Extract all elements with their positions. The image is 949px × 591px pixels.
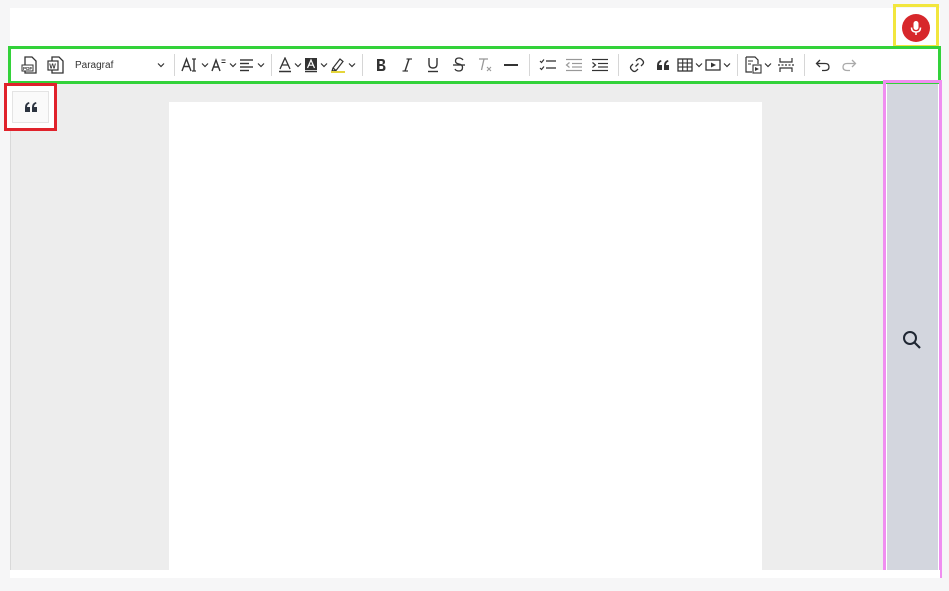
redo-icon: [842, 59, 857, 72]
outdent-icon: [565, 58, 582, 72]
todo-list-button[interactable]: [536, 52, 560, 78]
strikethrough-button[interactable]: [447, 52, 471, 78]
italic-button[interactable]: [395, 52, 419, 78]
italic-icon: [402, 58, 412, 72]
checklist-icon: [539, 59, 556, 71]
chevron-down-icon: [695, 63, 703, 68]
chevron-down-icon: [257, 63, 265, 68]
background-color-dropdown[interactable]: [304, 52, 328, 78]
insert-template-dropdown[interactable]: [744, 52, 772, 78]
search-icon: [903, 331, 921, 349]
text-style-icon: [211, 57, 226, 72]
align-left-icon: [240, 59, 253, 72]
chevron-down-icon: [294, 63, 302, 68]
document-page[interactable]: [169, 102, 762, 570]
word-icon: W: [47, 56, 64, 74]
underline-icon: [428, 58, 438, 73]
page-break-button[interactable]: [774, 52, 798, 78]
chevron-down-icon: [723, 63, 731, 68]
highlighter-icon: [331, 58, 345, 73]
quote-icon: [24, 102, 37, 112]
table-icon: [677, 58, 693, 72]
chevron-down-icon: [201, 63, 209, 68]
horizontal-line-button[interactable]: [499, 52, 523, 78]
indent-button[interactable]: [588, 52, 612, 78]
chevron-down-icon: [348, 63, 356, 68]
toolbar-divider: [737, 54, 738, 76]
search-button[interactable]: [898, 326, 926, 354]
citation-button[interactable]: [12, 91, 49, 123]
link-icon: [629, 57, 645, 73]
font-color-icon: [279, 57, 291, 73]
font-size-dropdown[interactable]: [181, 52, 209, 78]
indent-icon: [592, 58, 608, 72]
align-dropdown[interactable]: [239, 52, 265, 78]
chevron-down-icon: [764, 63, 772, 68]
toolbar-divider: [271, 54, 272, 76]
background-color-icon: [305, 58, 317, 73]
template-icon: [745, 56, 762, 74]
svg-text:PDF: PDF: [23, 66, 32, 71]
font-color-dropdown[interactable]: [278, 52, 302, 78]
svg-text:W: W: [49, 64, 56, 71]
export-word-button[interactable]: W: [44, 52, 68, 78]
bold-button[interactable]: [369, 52, 393, 78]
clear-format-icon: [479, 58, 492, 72]
insert-media-dropdown[interactable]: [705, 52, 731, 78]
media-icon: [705, 59, 721, 71]
toolbar-divider: [804, 54, 805, 76]
toolbar-divider: [618, 54, 619, 76]
editor-toolbar: PDF W Paragraf: [8, 46, 941, 84]
redo-button[interactable]: [837, 52, 861, 78]
voice-input-button[interactable]: [902, 14, 930, 42]
paragraph-style-value: Paragraf: [75, 59, 114, 71]
quote-icon: [657, 60, 669, 70]
undo-icon: [815, 59, 830, 72]
chevron-down-icon: [320, 63, 328, 68]
toolbar-divider: [174, 54, 175, 76]
paragraph-style-select[interactable]: Paragraf: [69, 52, 169, 78]
toolbar-divider: [362, 54, 363, 76]
undo-button[interactable]: [811, 52, 835, 78]
top-bar: [10, 8, 940, 48]
page-break-icon: [778, 58, 794, 72]
insert-table-dropdown[interactable]: [677, 52, 703, 78]
bold-icon: [377, 59, 386, 71]
chevron-down-icon: [157, 63, 165, 68]
blockquote-button[interactable]: [651, 52, 675, 78]
outdent-button[interactable]: [562, 52, 586, 78]
underline-button[interactable]: [421, 52, 445, 78]
strikethrough-icon: [453, 57, 465, 72]
font-size-icon: [181, 57, 196, 72]
export-pdf-button[interactable]: PDF: [18, 52, 42, 78]
link-button[interactable]: [625, 52, 649, 78]
microphone-icon: [910, 21, 922, 35]
toolbar-divider: [529, 54, 530, 76]
bottom-strip: [10, 570, 940, 578]
horizontal-line-icon: [504, 64, 518, 66]
clear-format-button[interactable]: [473, 52, 497, 78]
chevron-down-icon: [229, 63, 237, 68]
pdf-icon: PDF: [21, 56, 37, 74]
text-style-dropdown[interactable]: [211, 52, 237, 78]
highlight-dropdown[interactable]: [330, 52, 356, 78]
